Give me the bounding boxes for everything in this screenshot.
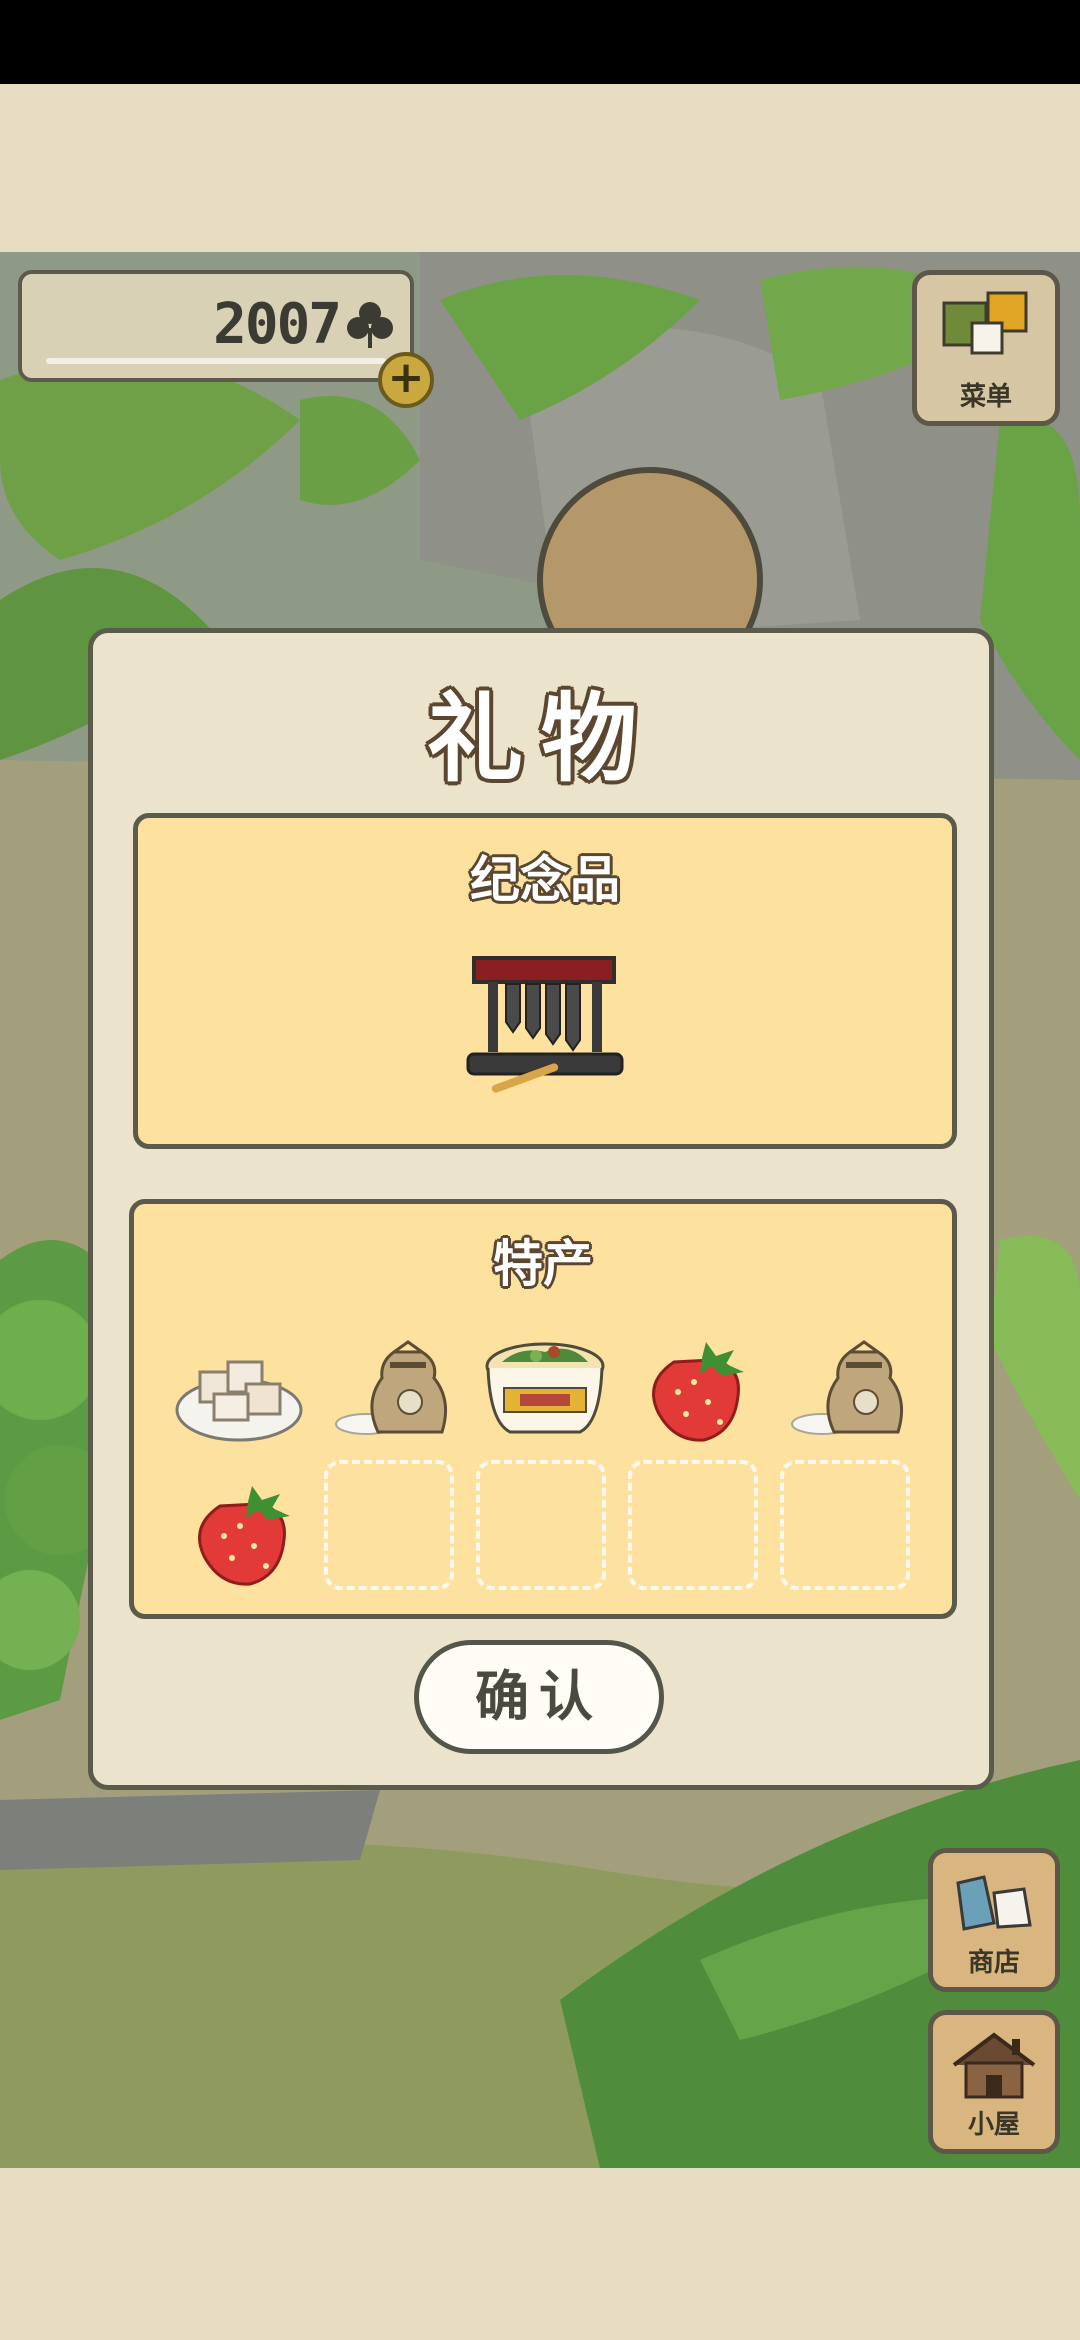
xylophone-bells-icon[interactable] [460, 950, 630, 1100]
strawberry-icon[interactable] [634, 1322, 764, 1452]
shop-label: 商店 [967, 1948, 1020, 1978]
clover-bar [46, 358, 386, 364]
confirm-button[interactable]: 确认 [414, 1640, 664, 1754]
tofu-plate-icon[interactable] [174, 1322, 304, 1452]
bottom-band [0, 2168, 1080, 2340]
souvenir-title: 纪念品 [470, 851, 620, 909]
clover-icon [347, 302, 393, 348]
rice-sack-icon[interactable] [330, 1322, 460, 1452]
rice-sack-icon[interactable] [786, 1322, 916, 1452]
house-button[interactable]: 小屋 [928, 2010, 1060, 2154]
menu-label: 菜单 [959, 382, 1012, 412]
noodle-bowl-icon[interactable] [480, 1322, 610, 1452]
dialog-title: 礼物 [427, 683, 655, 795]
house-icon [952, 2032, 1036, 2099]
souvenir-section: 纪念品 [133, 813, 957, 1149]
menu-icon [942, 291, 1028, 355]
gift-dialog: 礼物 纪念品 特产 [88, 628, 994, 1790]
shop-button[interactable]: 商店 [928, 1848, 1060, 1992]
status-bar [0, 0, 1080, 84]
clover-counter: 2007 [18, 270, 414, 382]
menu-button[interactable]: 菜单 [912, 270, 1060, 426]
specialty-section: 特产 [129, 1199, 957, 1619]
add-clover-button[interactable]: + [378, 352, 434, 408]
top-band [0, 84, 1080, 252]
empty-slot [780, 1460, 910, 1590]
empty-slot [628, 1460, 758, 1590]
house-label: 小屋 [967, 2110, 1020, 2140]
clover-count: 2007 [213, 292, 342, 357]
shop-bag-icon [956, 1875, 1032, 1931]
empty-slot [324, 1460, 454, 1590]
specialty-title: 特产 [493, 1235, 593, 1293]
strawberry-icon[interactable] [180, 1466, 310, 1596]
empty-slot [476, 1460, 606, 1590]
